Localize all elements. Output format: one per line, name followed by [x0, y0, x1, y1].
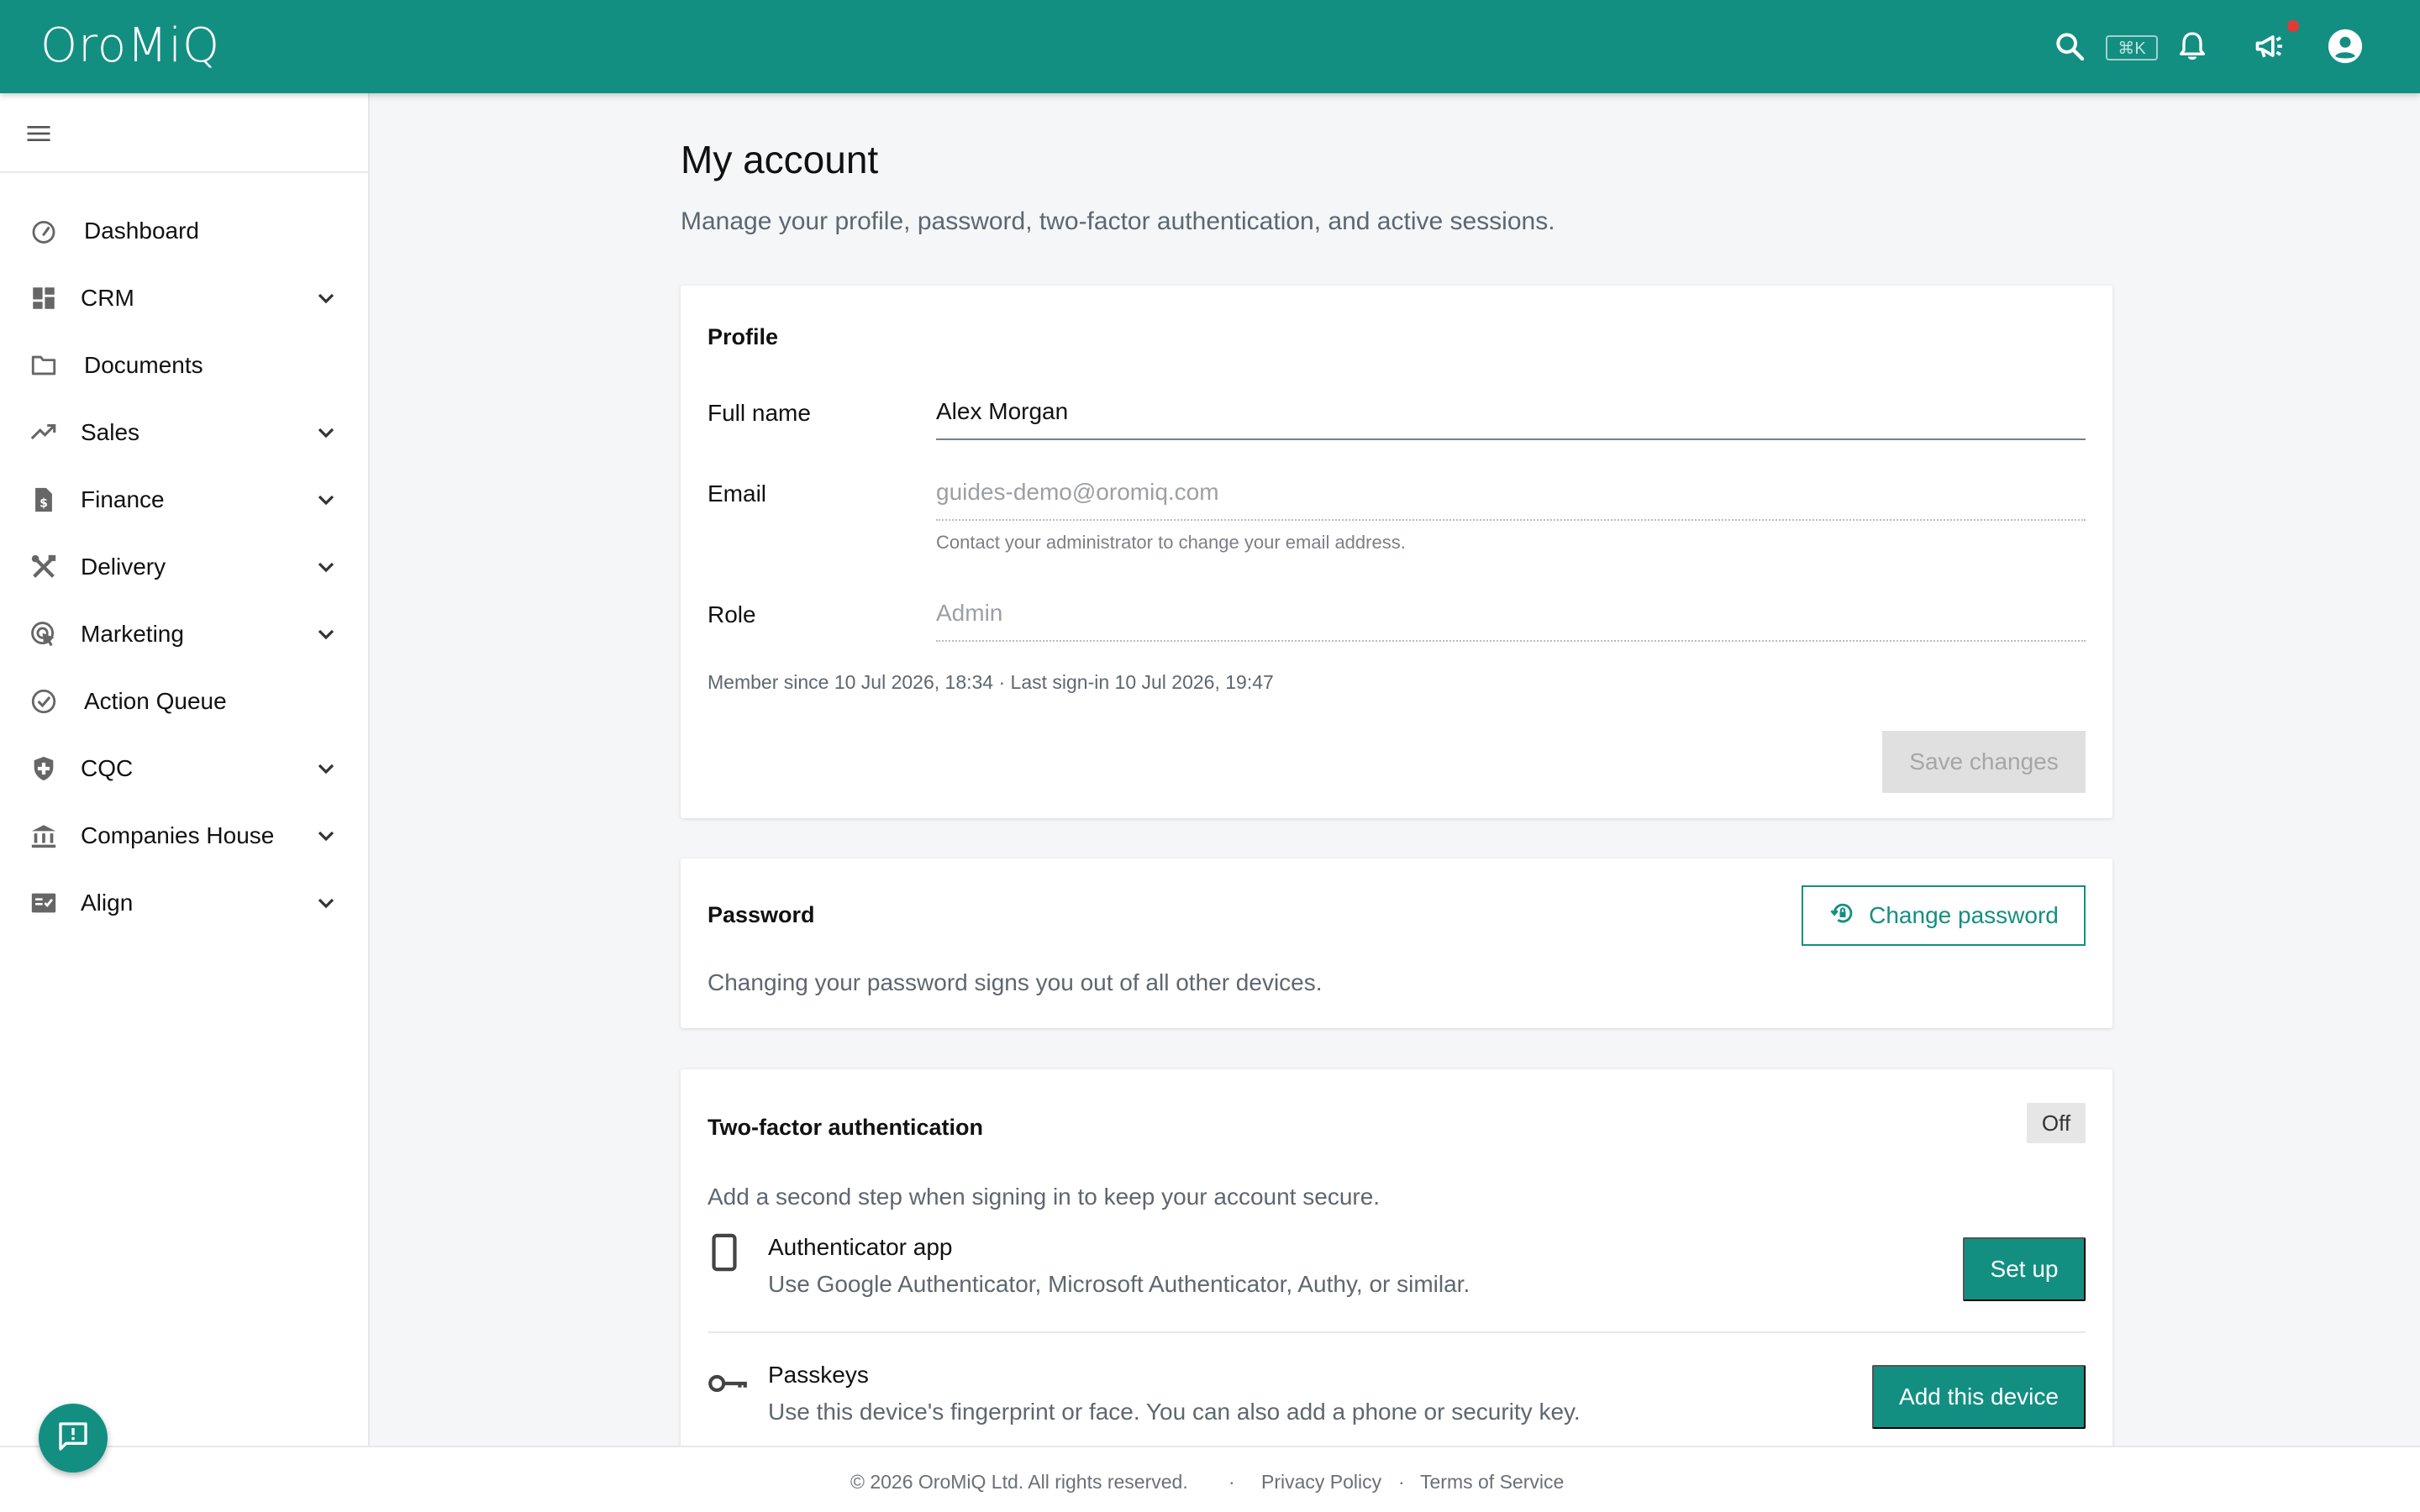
sidebar-item-action-queue[interactable]: Action Queue [0, 668, 370, 735]
shield-plus-icon [29, 753, 59, 784]
page-title: My account [681, 138, 879, 181]
sidebar-item-marketing[interactable]: Marketing [0, 601, 370, 668]
lock-reset-icon [1828, 899, 1857, 933]
role-field: Admin [936, 595, 2086, 642]
chevron-down-icon[interactable] [313, 419, 339, 446]
phone-icon [708, 1232, 741, 1273]
chevron-down-icon[interactable] [313, 890, 339, 916]
sidebar-item-cqc[interactable]: CQC [0, 735, 370, 802]
menu-icon[interactable] [24, 118, 57, 152]
chevron-down-icon[interactable] [313, 486, 339, 513]
password-card: Password Change password Changing your p… [681, 858, 2112, 1028]
membership-meta: Member since 10 Jul 2026, 18:34 · Last s… [708, 671, 1274, 693]
sidebar-item-label: CQC [81, 755, 134, 781]
sidebar-item-label: Sales [81, 419, 140, 445]
top-app-bar: OroMiQ ⌘K [0, 0, 2420, 93]
terms-of-service-link[interactable]: Terms of Service [1420, 1471, 1564, 1494]
invoice-icon: $ [29, 485, 59, 515]
chevron-down-icon[interactable] [313, 755, 339, 782]
chevron-down-icon[interactable] [313, 621, 339, 648]
change-password-button[interactable]: Change password [1802, 885, 2086, 946]
target-cursor-icon [29, 619, 59, 649]
sidebar-item-label: Align [81, 890, 134, 916]
sidebar-nav: Dashboard CRM Documents Sales $ Finance … [0, 197, 370, 937]
footer: © 2026 OroMiQ Ltd. All rights reserved. … [0, 1446, 2420, 1512]
authenticator-app-description: Use Google Authenticator, Microsoft Auth… [768, 1271, 1470, 1297]
bank-icon [29, 821, 59, 851]
sidebar-item-sales[interactable]: Sales [0, 399, 370, 466]
email-field: guides-demo@oromiq.com [936, 474, 2086, 521]
sidebar: Dashboard CRM Documents Sales $ Finance … [0, 93, 370, 1446]
check-circle-icon [29, 686, 59, 717]
sidebar-item-align[interactable]: Align [0, 869, 370, 937]
two-factor-title: Two-factor authentication [708, 1115, 983, 1140]
sidebar-item-label: Companies House [81, 822, 275, 848]
folder-icon [29, 350, 59, 381]
account-circle-icon[interactable] [2324, 25, 2366, 67]
profile-title: Profile [708, 324, 779, 349]
profile-card: Profile Full name Alex Morgan Email guid… [681, 286, 2112, 818]
password-description: Changing your password signs you out of … [708, 969, 1323, 995]
key-icon [708, 1363, 748, 1404]
email-helper-text: Contact your administrator to change you… [936, 532, 1406, 553]
dashboard-grid-icon [29, 283, 59, 313]
bell-icon[interactable] [2171, 25, 2213, 67]
search-icon[interactable] [2049, 25, 2091, 67]
sidebar-item-label: Documents [84, 352, 203, 378]
save-changes-button[interactable]: Save changes [1882, 731, 2086, 793]
sidebar-item-label: CRM [81, 285, 134, 311]
megaphone-icon[interactable] [2250, 25, 2292, 67]
sidebar-divider [0, 171, 370, 173]
set-up-button[interactable]: Set up [1963, 1237, 2086, 1301]
full-name-label: Full name [708, 400, 811, 426]
chevron-down-icon[interactable] [313, 285, 339, 312]
sidebar-item-label: Finance [81, 486, 165, 512]
change-password-label: Change password [1869, 902, 2059, 928]
footer-copyright: © 2026 OroMiQ Ltd. All rights reserved. [850, 1471, 1188, 1493]
two-factor-description: Add a second step when signing in to kee… [708, 1184, 1381, 1210]
feedback-chat-button[interactable] [39, 1404, 108, 1473]
svg-text:$: $ [39, 497, 48, 511]
sidebar-item-label: Dashboard [84, 218, 199, 244]
sidebar-item-label: Marketing [81, 621, 184, 647]
sidebar-item-companies-house[interactable]: Companies House [0, 802, 370, 869]
search-shortcut-hint[interactable]: ⌘K [2106, 35, 2158, 60]
chevron-down-icon[interactable] [313, 822, 339, 849]
role-label: Role [708, 601, 756, 627]
sidebar-item-finance[interactable]: $ Finance [0, 466, 370, 533]
full-name-field[interactable]: Alex Morgan [936, 393, 2086, 440]
trending-up-icon [29, 417, 59, 448]
sidebar-item-label: Delivery [81, 554, 166, 580]
tools-icon [29, 552, 59, 582]
sidebar-item-crm[interactable]: CRM [0, 265, 370, 332]
checklist-icon [29, 888, 59, 918]
chat-icon [56, 1420, 90, 1457]
footer-separator: · [1398, 1471, 1405, 1493]
passkeys-title: Passkeys [768, 1362, 869, 1388]
passkeys-description: Use this device's fingerprint or face. Y… [768, 1399, 1581, 1425]
two-factor-status-badge: Off [2027, 1103, 2086, 1143]
sidebar-item-label: Action Queue [84, 688, 227, 714]
method-divider [708, 1331, 2086, 1333]
chevron-down-icon[interactable] [313, 554, 339, 580]
sidebar-item-delivery[interactable]: Delivery [0, 533, 370, 601]
privacy-policy-link[interactable]: Privacy Policy [1261, 1471, 1381, 1494]
add-this-device-button[interactable]: Add this device [1872, 1365, 2086, 1429]
authenticator-app-title: Authenticator app [768, 1234, 953, 1260]
app-logo[interactable]: OroMiQ [40, 18, 220, 73]
footer-separator: · [1228, 1471, 1235, 1493]
sidebar-item-documents[interactable]: Documents [0, 332, 370, 399]
page-subtitle: Manage your profile, password, two-facto… [681, 207, 1555, 235]
email-label: Email [708, 480, 767, 507]
speedometer-icon [29, 216, 59, 246]
notification-dot [2287, 20, 2299, 32]
sidebar-item-dashboard[interactable]: Dashboard [0, 197, 370, 265]
password-title: Password [708, 902, 815, 927]
